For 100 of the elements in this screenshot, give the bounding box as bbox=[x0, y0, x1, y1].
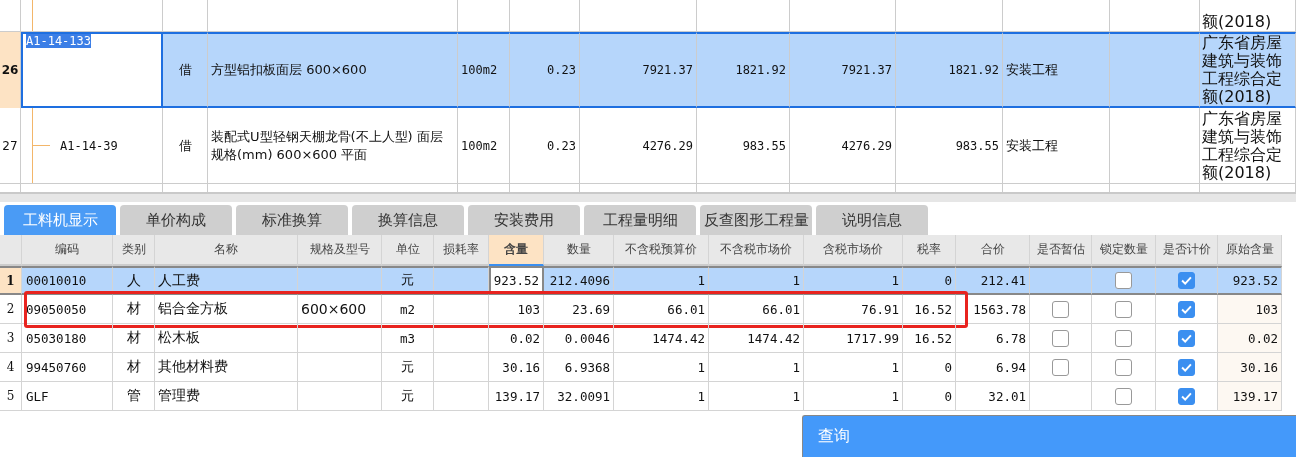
row-number: 1 bbox=[0, 266, 22, 295]
column-header[interactable]: 锁定数量 bbox=[1092, 235, 1156, 266]
table-cell: 松木板 bbox=[155, 324, 298, 353]
table-cell: 66.01 bbox=[709, 295, 804, 324]
tab[interactable]: 工程量明细 bbox=[584, 205, 696, 235]
table-cell: 材 bbox=[113, 295, 155, 324]
table-cell: 1 bbox=[614, 266, 709, 295]
table-cell: 4276.29 bbox=[790, 108, 896, 184]
table-cell: 其他材料费 bbox=[155, 353, 298, 382]
row-number: 26 bbox=[0, 32, 21, 108]
column-header[interactable]: 含税市场价 bbox=[804, 235, 903, 266]
column-header[interactable]: 类别 bbox=[113, 235, 155, 266]
column-header[interactable]: 名称 bbox=[155, 235, 298, 266]
column-header[interactable]: 编码 bbox=[22, 235, 113, 266]
table-cell: 管 bbox=[113, 382, 155, 411]
table-cell: 139.17 bbox=[489, 382, 544, 411]
table-cell: 32.0091 bbox=[544, 382, 614, 411]
column-header[interactable]: 原始含量 bbox=[1218, 235, 1282, 266]
tab[interactable]: 单价构成 bbox=[120, 205, 232, 235]
table-cell: 103 bbox=[489, 295, 544, 324]
header-cell bbox=[0, 235, 22, 266]
tab[interactable]: 安装费用 bbox=[468, 205, 580, 235]
table-cell: 1717.99 bbox=[804, 324, 903, 353]
table-cell: 09050050 bbox=[22, 295, 113, 324]
checkbox[interactable] bbox=[1052, 358, 1069, 376]
table-cell: 983.55 bbox=[896, 108, 1003, 184]
checkbox[interactable] bbox=[1178, 272, 1195, 289]
table-cell: 103 bbox=[1218, 295, 1282, 324]
checkbox[interactable] bbox=[1178, 300, 1195, 318]
table-cell: 66.01 bbox=[614, 295, 709, 324]
table-cell: 1 bbox=[709, 382, 804, 411]
checkbox[interactable] bbox=[1052, 300, 1069, 318]
row-number: 27 bbox=[0, 108, 21, 184]
table-cell: 600×600 bbox=[298, 295, 382, 324]
table-cell: m3 bbox=[382, 324, 434, 353]
table-cell: 1 bbox=[614, 382, 709, 411]
table-cell: 30.16 bbox=[1218, 353, 1282, 382]
table-cell: 装配式U型轻钢天棚龙骨(不上人型) 面层规格(mm) 600×600 平面 bbox=[208, 108, 458, 184]
table-cell: 30.16 bbox=[489, 353, 544, 382]
table-cell: 212.41 bbox=[956, 266, 1030, 295]
table-cell: 0.23 bbox=[510, 32, 580, 108]
table-cell: 1563.78 bbox=[956, 295, 1030, 324]
table-cell: 16.52 bbox=[903, 295, 956, 324]
quota-code[interactable]: A1-14-39 bbox=[60, 138, 118, 153]
table-cell: 139.17 bbox=[1218, 382, 1282, 411]
column-header[interactable]: 税率 bbox=[903, 235, 956, 266]
table-cell: 广东省房屋建筑与装饰工程综合定额(2018) bbox=[1200, 108, 1296, 184]
table-cell: 23.69 bbox=[544, 295, 614, 324]
checkbox[interactable] bbox=[1115, 300, 1132, 318]
table-cell: GLF bbox=[22, 382, 113, 411]
quota-code[interactable]: A1-14-133 bbox=[26, 34, 92, 48]
table-cell: 983.55 bbox=[697, 108, 790, 184]
tab[interactable]: 反查图形工程量 bbox=[700, 205, 812, 235]
table-cell: 安装工程 bbox=[1003, 32, 1110, 108]
table-cell: 0.23 bbox=[510, 108, 580, 184]
table-cell: 0 bbox=[903, 353, 956, 382]
table-cell: 4276.29 bbox=[580, 108, 697, 184]
tab[interactable]: 换算信息 bbox=[352, 205, 464, 235]
table-cell: 1 bbox=[804, 353, 903, 382]
checkbox[interactable] bbox=[1178, 387, 1195, 405]
tab[interactable]: 标准换算 bbox=[236, 205, 348, 235]
table-cell: 0.02 bbox=[489, 324, 544, 353]
checkbox[interactable] bbox=[1115, 329, 1132, 347]
checkbox[interactable] bbox=[1052, 329, 1069, 347]
column-header[interactable]: 损耗率 bbox=[434, 235, 489, 266]
table-cell: 1 bbox=[709, 266, 804, 295]
table-cell: 1 bbox=[804, 266, 903, 295]
table-cell: 100m2 bbox=[458, 108, 510, 184]
table-cell: 管理费 bbox=[155, 382, 298, 411]
column-header[interactable]: 不含税预算价 bbox=[614, 235, 709, 266]
tree-connector bbox=[32, 145, 50, 146]
column-header[interactable]: 是否暂估 bbox=[1030, 235, 1092, 266]
checkbox[interactable] bbox=[1178, 329, 1195, 347]
column-header[interactable]: 不含税市场价 bbox=[709, 235, 804, 266]
table-cell: 6.78 bbox=[956, 324, 1030, 353]
column-header[interactable]: 是否计价 bbox=[1156, 235, 1218, 266]
table-cell: 1821.92 bbox=[896, 32, 1003, 108]
checkbox[interactable] bbox=[1115, 387, 1132, 405]
table-cell: 0.0046 bbox=[544, 324, 614, 353]
query-panel-header: 查询 bbox=[802, 415, 1296, 457]
checkbox[interactable] bbox=[1115, 358, 1132, 376]
table-cell: 安装工程 bbox=[1003, 108, 1110, 184]
table-cell: 00010010 bbox=[22, 266, 113, 295]
tree-line bbox=[32, 0, 33, 31]
tab[interactable]: 说明信息 bbox=[816, 205, 928, 235]
checkbox[interactable] bbox=[1178, 358, 1195, 376]
column-header[interactable]: 含量 bbox=[489, 235, 544, 266]
table-cell: 1 bbox=[614, 353, 709, 382]
column-header[interactable]: 数量 bbox=[544, 235, 614, 266]
table-cell: 广东省房屋建筑与装饰工程综合定额(2018) bbox=[1200, 32, 1296, 108]
table-cell: 32.01 bbox=[956, 382, 1030, 411]
table-cell: 0 bbox=[903, 382, 956, 411]
column-header[interactable]: 合价 bbox=[956, 235, 1030, 266]
column-header[interactable]: 单位 bbox=[382, 235, 434, 266]
row-number: 5 bbox=[0, 382, 22, 411]
checkbox[interactable] bbox=[1115, 272, 1132, 289]
row-number: 3 bbox=[0, 324, 22, 353]
column-header[interactable]: 规格及型号 bbox=[298, 235, 382, 266]
table-cell: 99450760 bbox=[22, 353, 113, 382]
table-cell: 16.52 bbox=[903, 324, 956, 353]
